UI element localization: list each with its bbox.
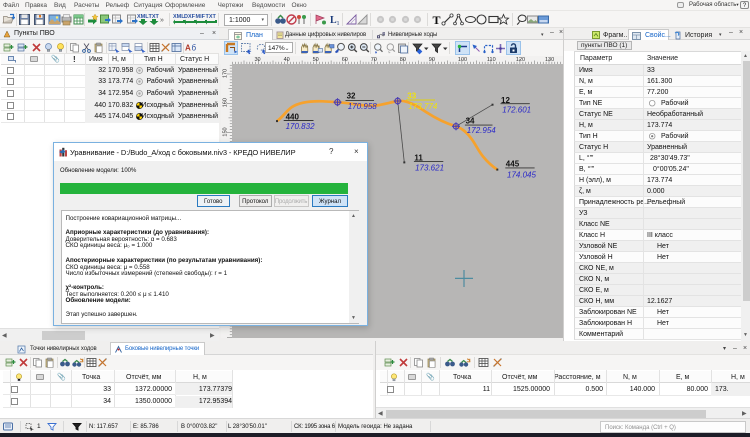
svg-text:90: 90 [429,57,435,63]
svg-text:40: 40 [284,57,290,63]
svg-text:110: 110 [487,57,496,63]
svg-text:70: 70 [371,57,377,63]
svg-text:А: А [185,43,191,52]
svg-text:DXF: DXF [184,14,196,20]
svg-text:34: 34 [466,117,475,126]
svg-text:130: 130 [545,57,554,63]
svg-text:120: 120 [516,57,525,63]
svg-text:440: 440 [286,112,300,121]
svg-text:170.958: 170.958 [348,102,377,111]
svg-text:170: 170 [223,69,229,78]
svg-text:172.601: 172.601 [502,106,531,115]
svg-text:170.832: 170.832 [286,122,315,131]
svg-text:»: » [160,17,164,24]
svg-text:173.621: 173.621 [415,163,444,172]
svg-text:T: T [433,13,441,26]
svg-text:100: 100 [458,57,467,63]
svg-text:32: 32 [347,92,356,101]
svg-text:172.954: 172.954 [467,126,496,135]
svg-text:б: б [192,43,197,52]
svg-text:160: 160 [223,98,229,107]
svg-text:TXT: TXT [206,14,217,20]
svg-text:60: 60 [342,57,348,63]
svg-text:1: 1 [337,21,340,26]
svg-text:173.774: 173.774 [408,102,437,111]
svg-text:80: 80 [400,57,406,63]
svg-text:30: 30 [255,57,261,63]
svg-text:33: 33 [407,91,416,100]
svg-text:174.045: 174.045 [507,171,536,180]
svg-text:445: 445 [506,160,520,169]
svg-text:150: 150 [223,127,229,136]
svg-text:50: 50 [313,57,319,63]
